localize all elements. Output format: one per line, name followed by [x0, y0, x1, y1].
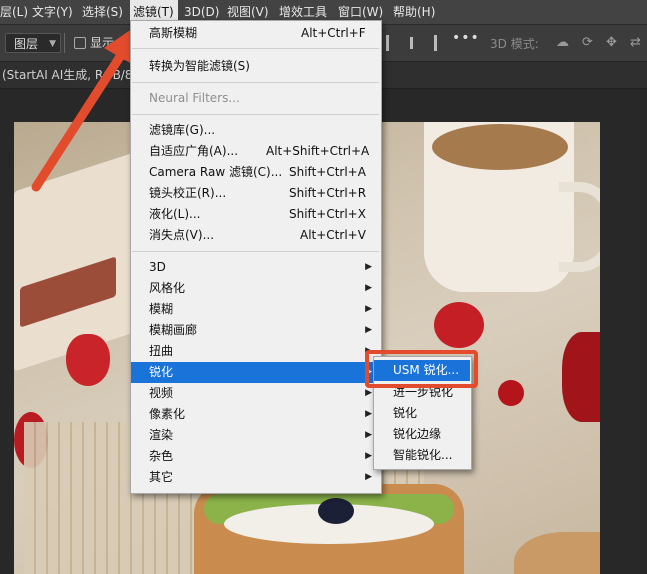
- menu-item-adaptive-wide-angle[interactable]: 自适应广角(A)... Alt+Shift+Ctrl+A: [131, 141, 380, 162]
- menu-item-label: 消失点(V)...: [149, 228, 215, 242]
- menu-item-label: 其它: [149, 470, 174, 484]
- menu-item-blur-gallery[interactable]: 模糊画廊 ▶: [131, 320, 380, 341]
- menu-item-shortcut: Alt+Ctrl+F: [301, 26, 366, 40]
- menu-item-shortcut: Shift+Ctrl+A: [289, 165, 366, 179]
- submenu-arrow-icon: ▶: [365, 409, 372, 419]
- menu-item-label: 3D: [149, 260, 166, 274]
- submenu-item-smart-sharpen[interactable]: 智能锐化...: [374, 445, 470, 466]
- menu-item-shortcut: Shift+Ctrl+X: [289, 207, 366, 221]
- menu-item-other[interactable]: 其它 ▶: [131, 467, 380, 488]
- menu-item-label: Neural Filters...: [149, 91, 240, 105]
- menu-item-convert-smart-filter[interactable]: 转换为智能滤镜(S): [131, 56, 380, 77]
- menu-item-label: 滤镜库(G)...: [149, 123, 216, 137]
- menu-item-3d[interactable]: 3D ▶: [131, 257, 380, 278]
- menu-item-label: 液化(L)...: [149, 207, 201, 221]
- submenu-arrow-icon: ▶: [365, 262, 372, 272]
- menu-item-label: 视频: [149, 386, 174, 400]
- menu-item-camera-raw[interactable]: Camera Raw 滤镜(C)... Shift+Ctrl+A: [131, 162, 380, 183]
- menu-item-label: 模糊: [149, 302, 174, 316]
- menu-item-lens-correction[interactable]: 镜头校正(R)... Shift+Ctrl+R: [131, 183, 380, 204]
- menu-separator: [132, 251, 379, 252]
- menu-item-distort[interactable]: 扭曲 ▶: [131, 341, 380, 362]
- menu-item-gaussian-blur[interactable]: 高斯模糊 Alt+Ctrl+F: [131, 23, 380, 44]
- menu-separator: [132, 114, 379, 115]
- submenu-item-sharpen[interactable]: 锐化: [374, 403, 470, 424]
- submenu-arrow-icon: ▶: [365, 325, 372, 335]
- menu-item-label: 模糊画廊: [149, 323, 198, 337]
- menu-item-liquify[interactable]: 液化(L)... Shift+Ctrl+X: [131, 204, 380, 225]
- menu-item-label: Camera Raw 滤镜(C)...: [149, 165, 283, 179]
- menu-item-label: 杂色: [149, 449, 174, 463]
- menu-item-neural-filters: Neural Filters...: [131, 88, 380, 109]
- menu-separator: [132, 48, 379, 49]
- submenu-item-label: 锐化边缘: [393, 427, 442, 441]
- filter-menu: 高斯模糊 Alt+Ctrl+F 转换为智能滤镜(S) Neural Filter…: [130, 20, 382, 494]
- menu-item-label: 转换为智能滤镜(S): [149, 59, 250, 73]
- menu-item-video[interactable]: 视频 ▶: [131, 383, 380, 404]
- menu-item-sharpen[interactable]: 锐化 ▶: [131, 362, 380, 383]
- submenu-item-label: 锐化: [393, 406, 418, 420]
- menu-item-label: 扭曲: [149, 344, 174, 358]
- menu-item-shortcut: Alt+Shift+Ctrl+A: [266, 144, 370, 158]
- menu-item-label: 风格化: [149, 281, 186, 295]
- menu-item-label: 渲染: [149, 428, 174, 442]
- menu-item-label: 锐化: [149, 365, 174, 379]
- menu-item-label: 镜头校正(R)...: [149, 186, 227, 200]
- menu-item-blur[interactable]: 模糊 ▶: [131, 299, 380, 320]
- menu-item-render[interactable]: 渲染 ▶: [131, 425, 380, 446]
- menu-item-shortcut: Alt+Ctrl+V: [300, 228, 366, 242]
- highlight-callout-box: [365, 350, 478, 388]
- menu-separator: [132, 82, 379, 83]
- menu-item-shortcut: Shift+Ctrl+R: [289, 186, 367, 200]
- menu-item-label: 高斯模糊: [149, 26, 198, 40]
- submenu-item-sharpen-edges[interactable]: 锐化边缘: [374, 424, 470, 445]
- submenu-arrow-icon: ▶: [365, 451, 372, 461]
- submenu-arrow-icon: ▶: [365, 283, 372, 293]
- menu-item-pixelate[interactable]: 像素化 ▶: [131, 404, 380, 425]
- submenu-arrow-icon: ▶: [365, 304, 372, 314]
- submenu-arrow-icon: ▶: [365, 430, 372, 440]
- menu-item-label: 自适应广角(A)...: [149, 144, 239, 158]
- menu-item-noise[interactable]: 杂色 ▶: [131, 446, 380, 467]
- menu-item-stylize[interactable]: 风格化 ▶: [131, 278, 380, 299]
- menu-item-label: 像素化: [149, 407, 186, 421]
- menu-item-filter-gallery[interactable]: 滤镜库(G)...: [131, 120, 380, 141]
- submenu-item-label: 智能锐化...: [393, 448, 453, 462]
- submenu-arrow-icon: ▶: [365, 472, 372, 482]
- menu-item-vanishing-point[interactable]: 消失点(V)... Alt+Ctrl+V: [131, 225, 380, 246]
